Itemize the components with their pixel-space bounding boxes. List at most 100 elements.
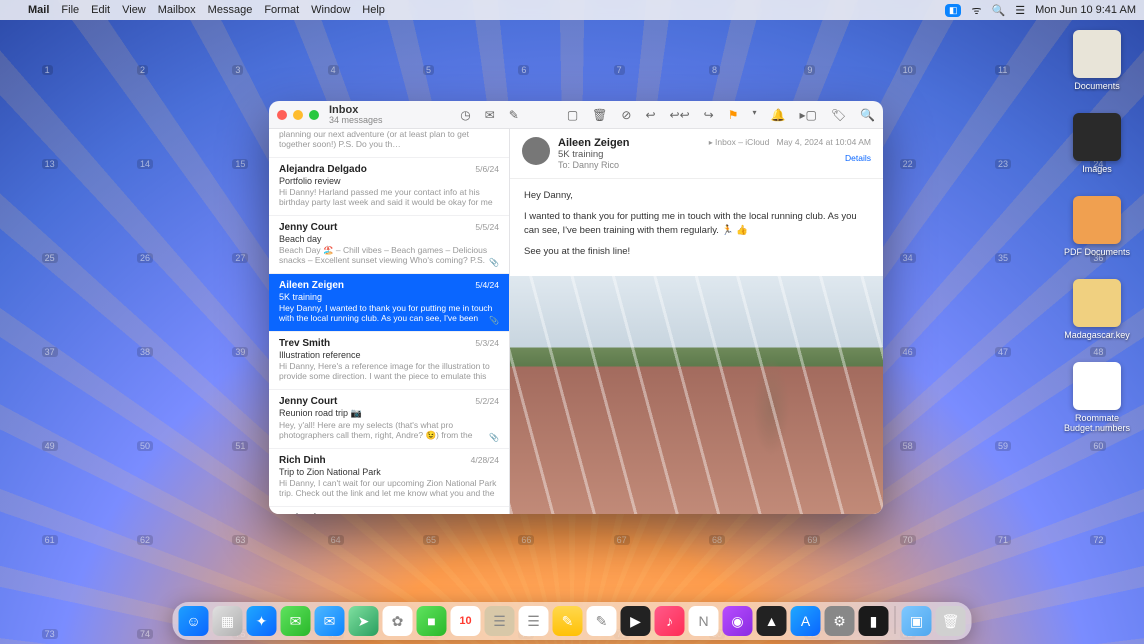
message-list-item[interactable]: Alejandra Delgado5/6/24Portfolio reviewH… — [269, 158, 509, 216]
mail-window: Inbox 34 messages ◷ ✉ ✎ ▢ 🗑 ⊘ ↩ ↩↩ ↪ ⚑ ▾… — [269, 101, 883, 514]
grid-number: 23 — [995, 159, 1011, 169]
mailbox-label: ▸ Inbox – iCloud May 4, 2024 at 10:04 AM — [709, 137, 871, 147]
dock-app-messages[interactable]: ✉ — [281, 606, 311, 636]
list-from: Jenny Court — [279, 396, 337, 407]
file-thumb — [1073, 362, 1121, 410]
trash-icon[interactable]: 🗑 — [592, 108, 607, 122]
mute-icon[interactable]: 🔔 — [770, 108, 785, 122]
message-list[interactable]: planning our next adventure (or at least… — [269, 129, 510, 514]
list-subject: 5K training — [279, 292, 499, 302]
menu-mailbox[interactable]: Mailbox — [158, 4, 196, 16]
clock-icon[interactable]: ◷ — [460, 108, 470, 122]
message-attachment-image[interactable] — [510, 276, 883, 514]
grid-number: 50 — [137, 441, 153, 451]
list-date: 5/2/24 — [475, 396, 499, 406]
menu-window[interactable]: Window — [311, 4, 350, 16]
dock-app-news[interactable]: N — [689, 606, 719, 636]
close-button[interactable] — [277, 110, 287, 120]
list-subject: Trip to Zion National Park — [279, 467, 499, 477]
grid-number: 70 — [900, 535, 916, 545]
list-date: 5/3/24 — [475, 338, 499, 348]
dock-app-freeform[interactable]: ✎ — [587, 606, 617, 636]
message-to: To: Danny Rico — [558, 160, 701, 170]
dock-app-reminders[interactable]: ☰ — [519, 606, 549, 636]
dock-app-photos[interactable]: ✿ — [383, 606, 413, 636]
control-center-icon[interactable]: ☰ — [1015, 4, 1025, 17]
menu-help[interactable]: Help — [362, 4, 385, 16]
grid-number: 6 — [518, 65, 529, 75]
zoom-button[interactable] — [309, 110, 319, 120]
spotlight-icon[interactable]: 🔍 — [992, 4, 1006, 17]
message-list-item[interactable]: Aileen Zeigen5/4/245K trainingHey Danny,… — [269, 274, 509, 332]
menu-app[interactable]: Mail — [28, 4, 49, 16]
archive-icon[interactable]: ▢ — [567, 108, 578, 122]
dock-app-settings[interactable]: ⚙ — [825, 606, 855, 636]
dock-app-tv[interactable]: ▶ — [621, 606, 651, 636]
desktop-icon[interactable]: Documents — [1062, 30, 1132, 91]
menu-file[interactable]: File — [61, 4, 79, 16]
dock-app-stocks[interactable]: ▲ — [757, 606, 787, 636]
screencast-icon[interactable]: ◧ — [945, 4, 962, 17]
menu-edit[interactable]: Edit — [91, 4, 110, 16]
forward-icon[interactable]: ↪ — [704, 108, 714, 122]
dock-app-launchpad[interactable]: ▦ — [213, 606, 243, 636]
move-icon[interactable]: ▸▢ — [799, 108, 816, 122]
dock-app-finder[interactable]: ☺ — [179, 606, 209, 636]
compose-icon[interactable]: ✎ — [509, 108, 519, 122]
menu-message[interactable]: Message — [208, 4, 253, 16]
dock-app-folder[interactable]: ▣ — [902, 606, 932, 636]
tag-icon[interactable]: 🏷 — [831, 108, 846, 122]
envelope-icon[interactable]: ✉ — [485, 108, 495, 122]
dock-app-music[interactable]: ♪ — [655, 606, 685, 636]
desktop-icon[interactable]: PDF Documents — [1062, 196, 1132, 257]
grid-number: 51 — [232, 441, 248, 451]
minimize-button[interactable] — [293, 110, 303, 120]
app-menus: Mail File Edit View Mailbox Message Form… — [28, 4, 385, 16]
grid-number: 11 — [995, 65, 1010, 75]
dock-app-trash[interactable]: 🗑 — [936, 606, 966, 636]
reply-icon[interactable]: ↩ — [645, 108, 655, 122]
junk-icon[interactable]: ⊘ — [621, 108, 631, 122]
list-from: Jenny Court — [279, 222, 337, 233]
message-list-item[interactable]: Jenny Court5/2/24Reunion road trip 📷Hey,… — [269, 390, 509, 449]
dock-app-iphone[interactable]: ▮ — [859, 606, 889, 636]
grid-number: 2 — [137, 65, 148, 75]
dock-app-notes[interactable]: ✎ — [553, 606, 583, 636]
dock-app-contacts[interactable]: ☰ — [485, 606, 515, 636]
wifi-icon[interactable]: ᯤ — [971, 3, 981, 18]
desktop-icon[interactable]: Madagascar.key — [1062, 279, 1132, 340]
grid-number: 72 — [1090, 535, 1106, 545]
menu-format[interactable]: Format — [264, 4, 299, 16]
message-subject: 5K training — [558, 149, 701, 160]
reply-all-icon[interactable]: ↩↩ — [670, 108, 690, 122]
list-from: Herland Antezana — [279, 513, 363, 514]
dock-app-calendar[interactable]: 10 — [451, 606, 481, 636]
grid-number: 26 — [137, 253, 153, 263]
list-date: 5/5/24 — [475, 222, 499, 232]
details-link[interactable]: Details — [709, 153, 871, 163]
grid-number: 64 — [328, 535, 344, 545]
dock-app-appstore[interactable]: A — [791, 606, 821, 636]
grid-number: 68 — [709, 535, 725, 545]
dock-app-facetime[interactable]: ■ — [417, 606, 447, 636]
dock-app-mail[interactable]: ✉ — [315, 606, 345, 636]
message-list-item[interactable]: Jenny Court5/5/24Beach dayBeach Day 🏖️ –… — [269, 216, 509, 274]
list-date: 4/28/24 — [471, 513, 499, 514]
message-list-item[interactable]: planning our next adventure (or at least… — [269, 129, 509, 158]
dock-app-podcasts[interactable]: ◉ — [723, 606, 753, 636]
message-list-item[interactable]: Herland Antezana4/28/24ResumeI've attach… — [269, 507, 509, 514]
search-icon[interactable]: 🔍 — [860, 108, 875, 122]
message-list-item[interactable]: Trev Smith5/3/24Illustration referenceHi… — [269, 332, 509, 390]
dock-app-safari[interactable]: ✦ — [247, 606, 277, 636]
dock-app-maps[interactable]: ➤ — [349, 606, 379, 636]
desktop-icon[interactable]: Roommate Budget.numbers — [1062, 362, 1132, 433]
message-list-item[interactable]: Rich Dinh4/28/24Trip to Zion National Pa… — [269, 449, 509, 507]
window-title: Inbox 34 messages — [329, 105, 383, 125]
desktop-icon[interactable]: Images — [1062, 113, 1132, 174]
grid-number: 8 — [709, 65, 720, 75]
clock[interactable]: Mon Jun 10 9:41 AM — [1035, 4, 1136, 16]
list-date: 4/28/24 — [471, 455, 499, 465]
flag-menu-icon[interactable]: ▾ — [752, 108, 756, 122]
menu-view[interactable]: View — [122, 4, 146, 16]
flag-icon[interactable]: ⚑ — [728, 108, 739, 122]
